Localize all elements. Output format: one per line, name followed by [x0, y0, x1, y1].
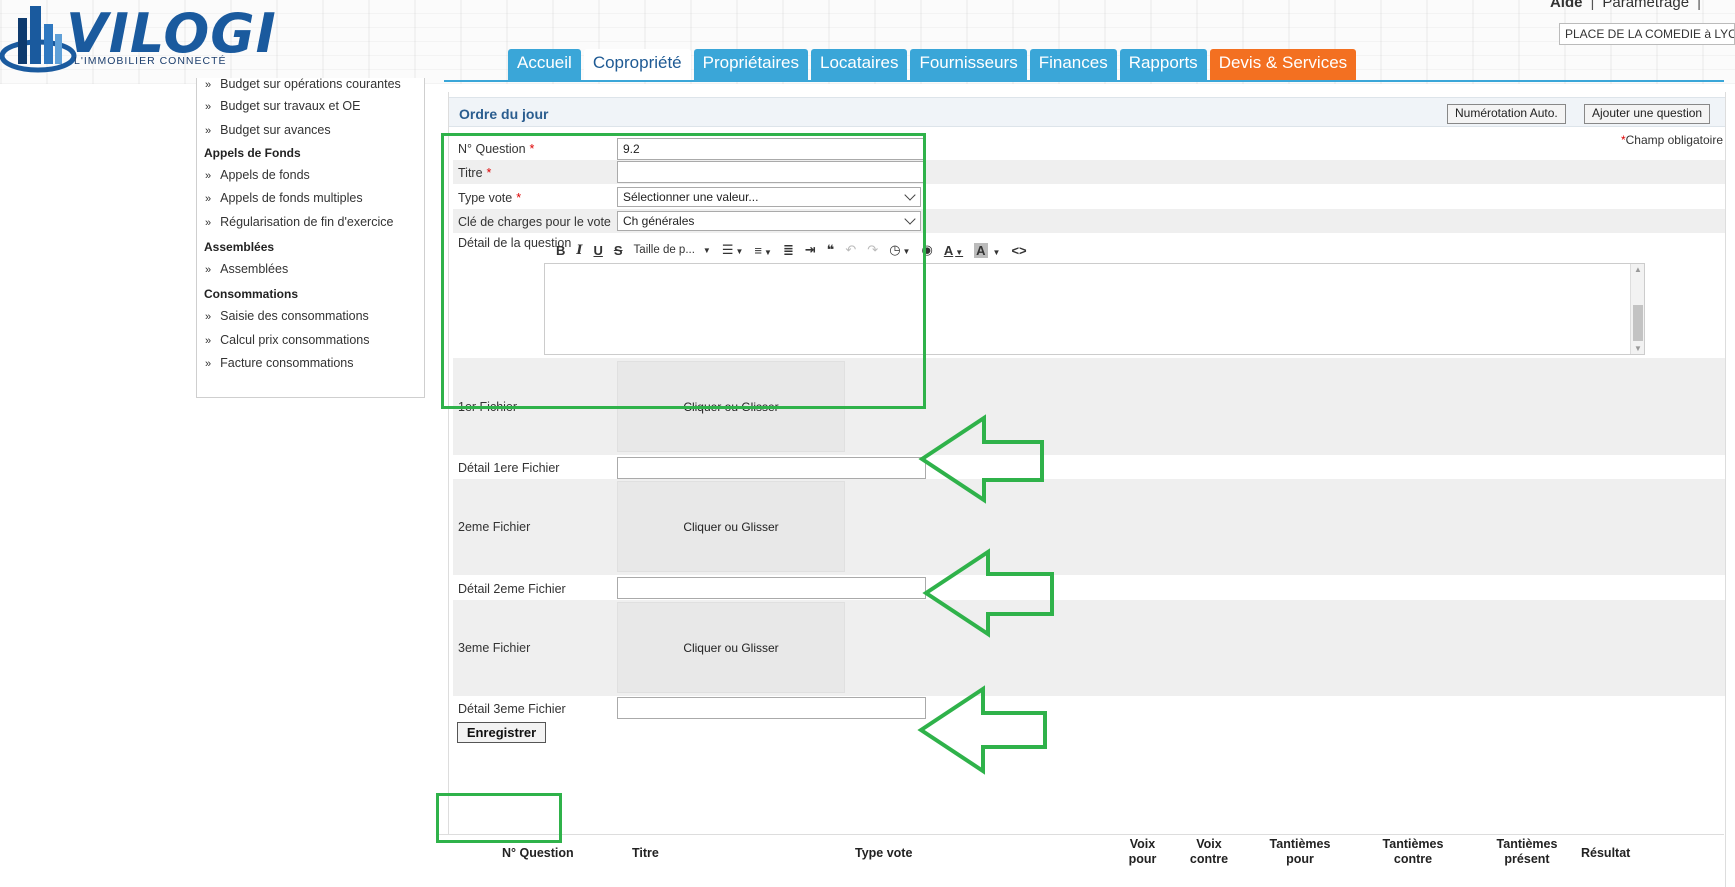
double-chevron-icon: » [205, 311, 212, 323]
tab-fournisseurs[interactable]: Fournisseurs [910, 49, 1027, 80]
header: VILOGI L'IMMOBILIER CONNECTÉ Aide | Paramé… [0, 0, 1735, 84]
main-nav: Accueil Copropriété Propriétaires Locata… [508, 49, 1357, 80]
sidebar-item-budget-operations[interactable]: » Budget sur opérations courantes [205, 77, 401, 91]
sidebar-item-calcul-prix[interactable]: » Calcul prix consommations [205, 333, 369, 347]
sidebar-item-assemblees[interactable]: » Assemblées [205, 262, 288, 276]
file3-detail-label: Détail 3eme Fichier [458, 702, 566, 716]
scrollbar-thumb[interactable] [1633, 305, 1643, 341]
tab-rapports[interactable]: Rapports [1119, 49, 1207, 80]
col-tantiemes-present[interactable]: Tantièmes présent [1487, 837, 1567, 867]
file2-detail-row: Détail 2eme Fichier [453, 575, 1725, 600]
tab-copropriete[interactable]: Copropriété [583, 49, 691, 80]
double-chevron-icon: » [205, 101, 212, 113]
annotation-arrow-left-icon [922, 548, 1054, 638]
file3-row: 3eme Fichier Cliquer ou Glisser [453, 600, 1725, 696]
questions-table-header: N° Question Titre Type vote Voix pour Vo… [436, 834, 1724, 887]
col-result[interactable]: Résultat [1581, 846, 1630, 861]
sidebar: » Budget sur opérations courantes » Budget… [196, 77, 425, 398]
col-vote-type[interactable]: Type vote [855, 846, 912, 861]
auto-numbering-button[interactable]: Numérotation Auto. [1447, 104, 1566, 124]
file2-dropzone[interactable]: Cliquer ou Glisser [617, 481, 845, 572]
tab-finances[interactable]: Finances [1029, 49, 1117, 80]
tab-locataires[interactable]: Locataires [811, 49, 908, 80]
sidebar-item-budget-avances[interactable]: » Budget sur avances [205, 123, 331, 137]
file3-detail-row: Détail 3eme Fichier [453, 696, 1725, 720]
file2-detail-input[interactable] [617, 577, 926, 599]
file2-row: 2eme Fichier Cliquer ou Glisser [453, 479, 1725, 575]
double-chevron-icon: » [205, 335, 212, 347]
font-color-icon[interactable]: A ▼ [944, 243, 963, 258]
add-question-button[interactable]: Ajouter une question [1584, 104, 1711, 124]
col-tantiemes-for[interactable]: Tantièmes pour [1260, 837, 1340, 867]
file1-detail-input[interactable] [617, 457, 926, 479]
highlight-color-icon[interactable]: A [974, 242, 988, 258]
tab-proprietaires[interactable]: Propriétaires [693, 49, 809, 80]
scroll-down-icon[interactable]: ▼ [1634, 344, 1642, 353]
file3-detail-input[interactable] [617, 697, 926, 719]
double-chevron-icon: » [205, 358, 212, 370]
double-chevron-icon: » [205, 170, 212, 182]
file2-label: 2eme Fichier [458, 520, 531, 534]
double-chevron-icon: » [205, 79, 212, 91]
scroll-up-icon[interactable]: ▲ [1634, 265, 1642, 274]
double-chevron-icon: » [205, 217, 212, 229]
nav-underline [444, 80, 1724, 82]
col-question-number[interactable]: N° Question [502, 846, 574, 861]
sidebar-item-appels-fonds[interactable]: » Appels de fonds [205, 168, 310, 182]
sidebar-heading-assemblees: Assemblées [204, 240, 275, 254]
save-button[interactable]: Enregistrer [457, 722, 546, 743]
col-votes-against[interactable]: Voix contre [1184, 837, 1234, 867]
sidebar-item-facture-consommations[interactable]: » Facture consommations [205, 356, 354, 370]
code-view-icon[interactable]: <> [1011, 243, 1026, 258]
sidebar-heading-consommations: Consommations [204, 287, 299, 301]
col-tantiemes-against[interactable]: Tantièmes contre [1373, 837, 1453, 867]
file3-dropzone[interactable]: Cliquer ou Glisser [617, 602, 845, 693]
col-title[interactable]: Titre [632, 846, 659, 861]
file2-detail-label: Détail 2eme Fichier [458, 582, 566, 596]
file1-detail-label: Détail 1ere Fichier [458, 461, 560, 475]
col-votes-for[interactable]: Voix pour [1120, 837, 1165, 867]
tab-devis-services[interactable]: Devis & Services [1209, 49, 1357, 80]
sidebar-item-regularisation[interactable]: » Régularisation de fin d'exercice [205, 215, 393, 229]
top-links: Aide | Paramétrage | [1550, 0, 1709, 11]
annotation-arrow-left-icon [918, 414, 1044, 504]
logo-tagline: L'IMMOBILIER CONNECTÉ [74, 55, 227, 67]
editor-scrollbar[interactable]: ▲ ▼ [1630, 264, 1644, 354]
sidebar-item-budget-travaux[interactable]: » Budget sur travaux et OE [205, 99, 360, 113]
panel-title: Ordre du jour [459, 106, 549, 122]
file3-label: 3eme Fichier [458, 641, 531, 655]
sidebar-heading-appels: Appels de Fonds [204, 146, 301, 160]
double-chevron-icon: » [205, 264, 212, 276]
annotation-form-highlight [441, 133, 926, 409]
vilogi-logo[interactable]: VILOGI L'IMMOBILIER CONNECTÉ [0, 0, 300, 84]
sidebar-item-appels-multiples[interactable]: » Appels de fonds multiples [205, 191, 363, 205]
tab-accueil[interactable]: Accueil [508, 49, 581, 80]
double-chevron-icon: » [205, 125, 212, 137]
sidebar-item-saisie-consommations[interactable]: » Saisie des consommations [205, 309, 369, 323]
file1-detail-row: Détail 1ere Fichier [453, 455, 1725, 479]
help-link[interactable]: Aide [1550, 0, 1583, 11]
annotation-save-highlight [436, 793, 562, 843]
settings-link[interactable]: Paramétrage [1602, 0, 1689, 11]
site-selector[interactable]: PLACE DE LA COMEDIE à LYON [1559, 23, 1735, 45]
annotation-arrow-left-icon [917, 685, 1047, 775]
panel-title-bar: Ordre du jour Numérotation Auto. Ajouter… [449, 97, 1725, 127]
double-chevron-icon: » [205, 193, 212, 205]
